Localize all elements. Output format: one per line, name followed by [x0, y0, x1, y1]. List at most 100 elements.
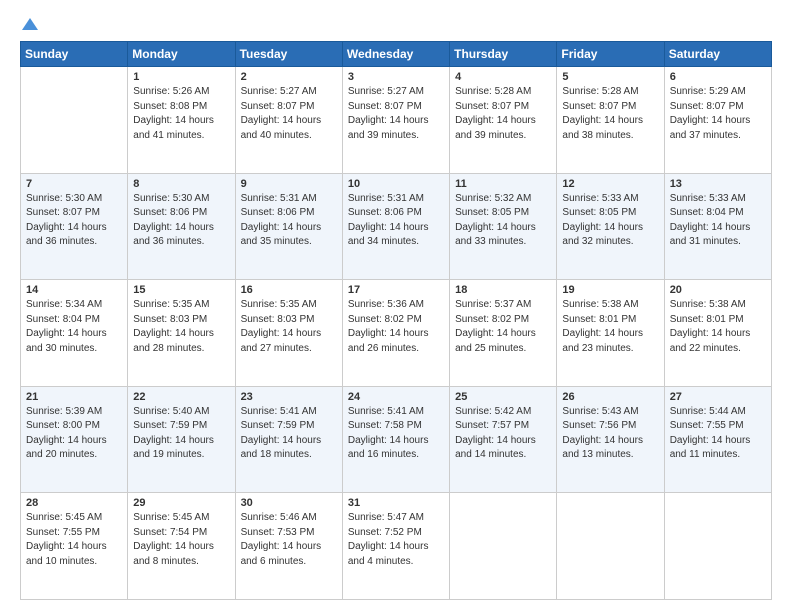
calendar-cell: 1 Sunrise: 5:26 AM Sunset: 8:08 PM Daylig…	[128, 67, 235, 174]
calendar-week-row: 21 Sunrise: 5:39 AM Sunset: 8:00 PM Dayli…	[21, 386, 772, 493]
calendar-cell: 15 Sunrise: 5:35 AM Sunset: 8:03 PM Dayli…	[128, 280, 235, 387]
day-number: 19	[562, 284, 658, 296]
day-number: 25	[455, 391, 551, 403]
day-info: Sunrise: 5:35 AM Sunset: 8:03 PM Dayligh…	[241, 298, 337, 356]
day-number: 3	[348, 71, 444, 83]
day-info: Sunrise: 5:30 AM Sunset: 8:06 PM Dayligh…	[133, 192, 229, 250]
day-number: 2	[241, 71, 337, 83]
day-number: 22	[133, 391, 229, 403]
day-number: 16	[241, 284, 337, 296]
calendar-cell: 22 Sunrise: 5:40 AM Sunset: 7:59 PM Dayli…	[128, 386, 235, 493]
day-info: Sunrise: 5:27 AM Sunset: 8:07 PM Dayligh…	[241, 85, 337, 143]
calendar-header-monday: Monday	[128, 42, 235, 67]
day-info: Sunrise: 5:28 AM Sunset: 8:07 PM Dayligh…	[562, 85, 658, 143]
calendar-cell: 7 Sunrise: 5:30 AM Sunset: 8:07 PM Daylig…	[21, 173, 128, 280]
calendar-cell: 6Sunrise: 5:29 AM Sunset: 8:07 PM Daylig…	[664, 67, 771, 174]
day-number: 21	[26, 391, 122, 403]
logo-triangle-icon	[22, 16, 38, 32]
calendar-cell: 18 Sunrise: 5:37 AM Sunset: 8:02 PM Dayli…	[450, 280, 557, 387]
day-info: Sunrise: 5:32 AM Sunset: 8:05 PM Dayligh…	[455, 192, 551, 250]
day-info: Sunrise: 5:27 AM Sunset: 8:07 PM Dayligh…	[348, 85, 444, 143]
calendar-header-sunday: Sunday	[21, 42, 128, 67]
day-info: Sunrise: 5:38 AM Sunset: 8:01 PM Dayligh…	[670, 298, 766, 356]
calendar-table: SundayMondayTuesdayWednesdayThursdayFrid…	[20, 41, 772, 600]
day-number: 4	[455, 71, 551, 83]
day-number: 7	[26, 178, 122, 190]
day-number: 18	[455, 284, 551, 296]
day-number: 28	[26, 497, 122, 509]
day-number: 15	[133, 284, 229, 296]
day-info: Sunrise: 5:31 AM Sunset: 8:06 PM Dayligh…	[241, 192, 337, 250]
header	[20, 16, 772, 33]
day-info: Sunrise: 5:35 AM Sunset: 8:03 PM Dayligh…	[133, 298, 229, 356]
day-info: Sunrise: 5:41 AM Sunset: 7:58 PM Dayligh…	[348, 405, 444, 463]
day-number: 24	[348, 391, 444, 403]
calendar-cell: 13 Sunrise: 5:33 AM Sunset: 8:04 PM Dayli…	[664, 173, 771, 280]
calendar-cell: 24 Sunrise: 5:41 AM Sunset: 7:58 PM Dayli…	[342, 386, 449, 493]
day-info: Sunrise: 5:36 AM Sunset: 8:02 PM Dayligh…	[348, 298, 444, 356]
calendar-cell: 14 Sunrise: 5:34 AM Sunset: 8:04 PM Dayli…	[21, 280, 128, 387]
day-info: Sunrise: 5:47 AM Sunset: 7:52 PM Dayligh…	[348, 511, 444, 569]
day-number: 11	[455, 178, 551, 190]
calendar-cell: 30 Sunrise: 5:46 AM Sunset: 7:53 PM Dayli…	[235, 493, 342, 600]
day-number: 17	[348, 284, 444, 296]
day-number: 12	[562, 178, 658, 190]
calendar-cell	[21, 67, 128, 174]
day-number: 14	[26, 284, 122, 296]
day-info: Sunrise: 5:43 AM Sunset: 7:56 PM Dayligh…	[562, 405, 658, 463]
day-number: 1	[133, 71, 229, 83]
day-info: Sunrise: 5:31 AM Sunset: 8:06 PM Dayligh…	[348, 192, 444, 250]
calendar-cell: 17 Sunrise: 5:36 AM Sunset: 8:02 PM Dayli…	[342, 280, 449, 387]
calendar-cell: 10 Sunrise: 5:31 AM Sunset: 8:06 PM Dayli…	[342, 173, 449, 280]
day-number: 20	[670, 284, 766, 296]
day-number: 30	[241, 497, 337, 509]
calendar-week-row: 28Sunrise: 5:45 AM Sunset: 7:55 PM Dayli…	[21, 493, 772, 600]
day-info: Sunrise: 5:26 AM Sunset: 8:08 PM Dayligh…	[133, 85, 229, 143]
calendar-cell: 26 Sunrise: 5:43 AM Sunset: 7:56 PM Dayli…	[557, 386, 664, 493]
day-info: Sunrise: 5:45 AM Sunset: 7:54 PM Dayligh…	[133, 511, 229, 569]
calendar-cell: 5 Sunrise: 5:28 AM Sunset: 8:07 PM Daylig…	[557, 67, 664, 174]
calendar-cell: 11 Sunrise: 5:32 AM Sunset: 8:05 PM Dayli…	[450, 173, 557, 280]
day-number: 29	[133, 497, 229, 509]
day-number: 5	[562, 71, 658, 83]
day-info: Sunrise: 5:39 AM Sunset: 8:00 PM Dayligh…	[26, 405, 122, 463]
day-info: Sunrise: 5:37 AM Sunset: 8:02 PM Dayligh…	[455, 298, 551, 356]
calendar-cell	[557, 493, 664, 600]
calendar-cell: 2 Sunrise: 5:27 AM Sunset: 8:07 PM Daylig…	[235, 67, 342, 174]
calendar-cell: 28Sunrise: 5:45 AM Sunset: 7:55 PM Dayli…	[21, 493, 128, 600]
day-number: 6	[670, 71, 766, 83]
calendar-cell: 27 Sunrise: 5:44 AM Sunset: 7:55 PM Dayli…	[664, 386, 771, 493]
calendar-cell: 25 Sunrise: 5:42 AM Sunset: 7:57 PM Dayli…	[450, 386, 557, 493]
day-number: 23	[241, 391, 337, 403]
day-number: 31	[348, 497, 444, 509]
calendar-cell: 31 Sunrise: 5:47 AM Sunset: 7:52 PM Dayli…	[342, 493, 449, 600]
calendar-cell: 29 Sunrise: 5:45 AM Sunset: 7:54 PM Dayli…	[128, 493, 235, 600]
calendar-cell: 20 Sunrise: 5:38 AM Sunset: 8:01 PM Dayli…	[664, 280, 771, 387]
day-info: Sunrise: 5:41 AM Sunset: 7:59 PM Dayligh…	[241, 405, 337, 463]
calendar-header-thursday: Thursday	[450, 42, 557, 67]
day-info: Sunrise: 5:33 AM Sunset: 8:04 PM Dayligh…	[670, 192, 766, 250]
day-info: Sunrise: 5:30 AM Sunset: 8:07 PM Dayligh…	[26, 192, 122, 250]
day-number: 13	[670, 178, 766, 190]
calendar-cell: 23 Sunrise: 5:41 AM Sunset: 7:59 PM Dayli…	[235, 386, 342, 493]
calendar-cell	[664, 493, 771, 600]
calendar-header-saturday: Saturday	[664, 42, 771, 67]
day-info: Sunrise: 5:34 AM Sunset: 8:04 PM Dayligh…	[26, 298, 122, 356]
day-info: Sunrise: 5:28 AM Sunset: 8:07 PM Dayligh…	[455, 85, 551, 143]
day-info: Sunrise: 5:40 AM Sunset: 7:59 PM Dayligh…	[133, 405, 229, 463]
day-number: 27	[670, 391, 766, 403]
day-info: Sunrise: 5:42 AM Sunset: 7:57 PM Dayligh…	[455, 405, 551, 463]
calendar-header-tuesday: Tuesday	[235, 42, 342, 67]
day-info: Sunrise: 5:44 AM Sunset: 7:55 PM Dayligh…	[670, 405, 766, 463]
calendar-cell: 19Sunrise: 5:38 AM Sunset: 8:01 PM Dayli…	[557, 280, 664, 387]
day-number: 10	[348, 178, 444, 190]
calendar-cell: 16 Sunrise: 5:35 AM Sunset: 8:03 PM Dayli…	[235, 280, 342, 387]
day-info: Sunrise: 5:46 AM Sunset: 7:53 PM Dayligh…	[241, 511, 337, 569]
calendar-header-wednesday: Wednesday	[342, 42, 449, 67]
day-number: 26	[562, 391, 658, 403]
calendar-week-row: 14 Sunrise: 5:34 AM Sunset: 8:04 PM Dayli…	[21, 280, 772, 387]
calendar-cell: 21 Sunrise: 5:39 AM Sunset: 8:00 PM Dayli…	[21, 386, 128, 493]
calendar-header-friday: Friday	[557, 42, 664, 67]
calendar-header-row: SundayMondayTuesdayWednesdayThursdayFrid…	[21, 42, 772, 67]
day-number: 8	[133, 178, 229, 190]
